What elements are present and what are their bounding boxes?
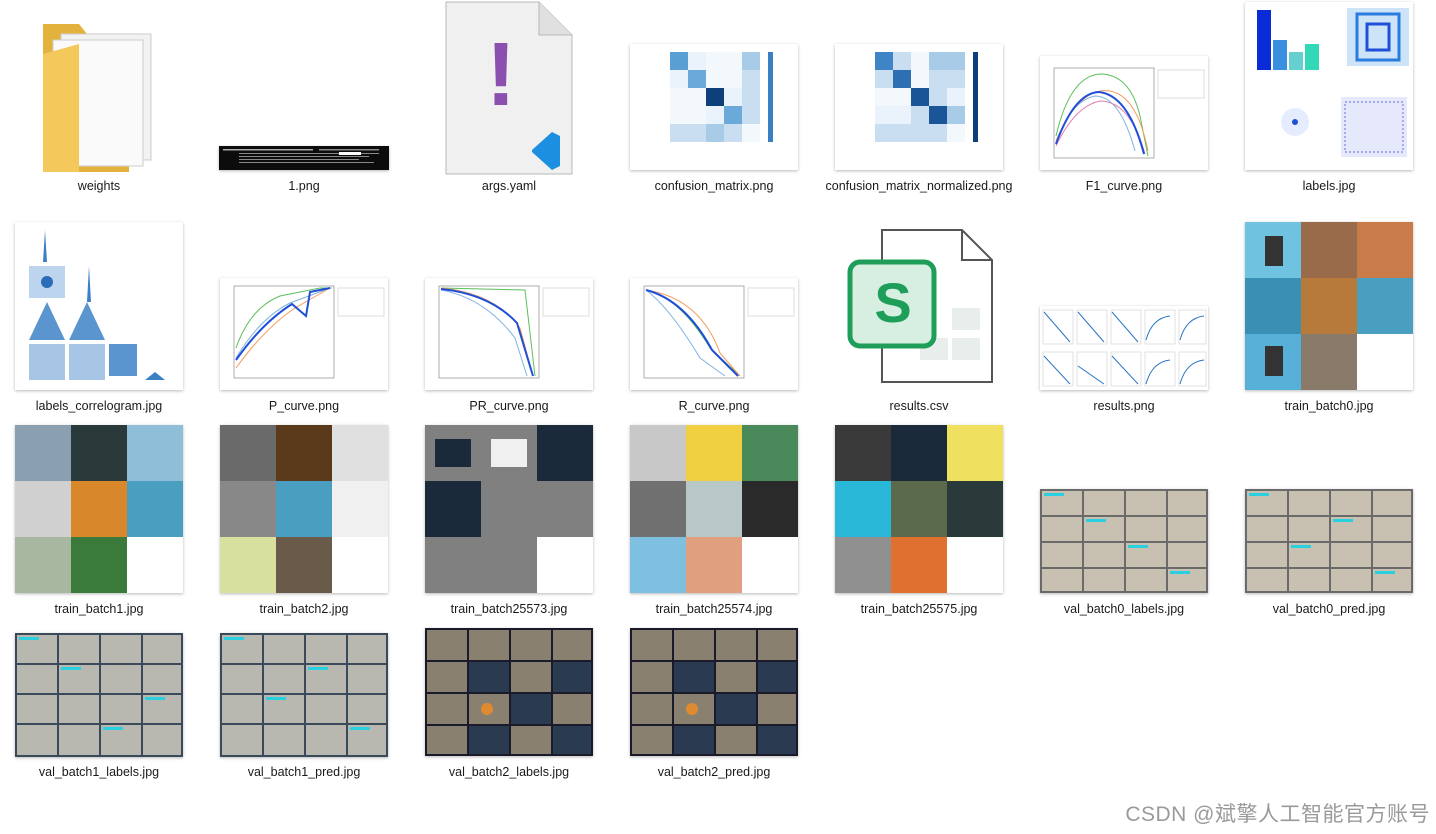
folder-icon — [39, 14, 159, 174]
file-name: R_curve.png — [678, 399, 750, 413]
file-name: train_batch25573.jpg — [450, 602, 568, 616]
file-name: P_curve.png — [268, 399, 340, 413]
watermark: CSDN @斌擎人工智能官方账号 — [1125, 803, 1430, 826]
r-curve-thumbnail — [630, 278, 798, 390]
confusion-matrix-normalized-thumbnail — [835, 44, 1003, 170]
train-batch25575-thumbnail — [835, 425, 1003, 593]
p-curve-thumbnail — [220, 278, 388, 390]
val-batch0-labels-thumbnail — [1040, 489, 1208, 593]
val-batch0-pred-thumbnail — [1245, 489, 1413, 593]
file-name: F1_curve.png — [1085, 179, 1163, 193]
file-name: val_batch0_pred.jpg — [1272, 602, 1386, 616]
file-name: confusion_matrix.png — [654, 179, 774, 193]
file-name: train_batch2.jpg — [259, 602, 349, 616]
file-name: train_batch25574.jpg — [655, 602, 773, 616]
labels-thumbnail — [1245, 2, 1413, 170]
csv-file-icon: S — [844, 226, 994, 386]
file-name: results.png — [1093, 399, 1155, 413]
file-name: args.yaml — [481, 179, 537, 193]
val-batch2-pred-thumbnail — [630, 628, 798, 756]
pr-curve-thumbnail — [425, 278, 593, 390]
val-batch1-pred-thumbnail — [220, 633, 388, 757]
train-batch25574-thumbnail — [630, 425, 798, 593]
file-name: results.csv — [889, 399, 949, 413]
csv-letter: S — [874, 271, 912, 334]
file-name: 1.png — [288, 179, 320, 193]
yaml-file-icon: ! — [444, 0, 574, 176]
file-name: labels_correlogram.jpg — [35, 399, 163, 413]
file-name: val_batch2_labels.jpg — [448, 765, 570, 779]
train-batch0-thumbnail — [1245, 222, 1413, 390]
file-name: train_batch1.jpg — [54, 602, 144, 616]
exclamation-glyph: ! — [486, 25, 516, 125]
terminal-screenshot-thumbnail — [219, 146, 389, 170]
file-name: weights — [77, 179, 121, 193]
correlogram-thumbnail — [15, 222, 183, 390]
file-name: val_batch1_labels.jpg — [38, 765, 160, 779]
val-batch2-labels-thumbnail — [425, 628, 593, 756]
file-name: train_batch0.jpg — [1284, 399, 1374, 413]
results-thumbnail — [1040, 306, 1208, 390]
file-name: val_batch2_pred.jpg — [657, 765, 771, 779]
file-name: train_batch25575.jpg — [860, 602, 978, 616]
file-name: confusion_matrix_normalized.png — [825, 179, 1013, 193]
f1-curve-thumbnail — [1040, 56, 1208, 170]
file-name: val_batch0_labels.jpg — [1063, 602, 1185, 616]
file-name: labels.jpg — [1302, 179, 1356, 193]
train-batch1-thumbnail — [15, 425, 183, 593]
file-name: PR_curve.png — [469, 399, 549, 413]
val-batch1-labels-thumbnail — [15, 633, 183, 757]
confusion-matrix-thumbnail — [630, 44, 798, 170]
file-name: val_batch1_pred.jpg — [247, 765, 361, 779]
train-batch25573-thumbnail — [425, 425, 593, 593]
train-batch2-thumbnail — [220, 425, 388, 593]
